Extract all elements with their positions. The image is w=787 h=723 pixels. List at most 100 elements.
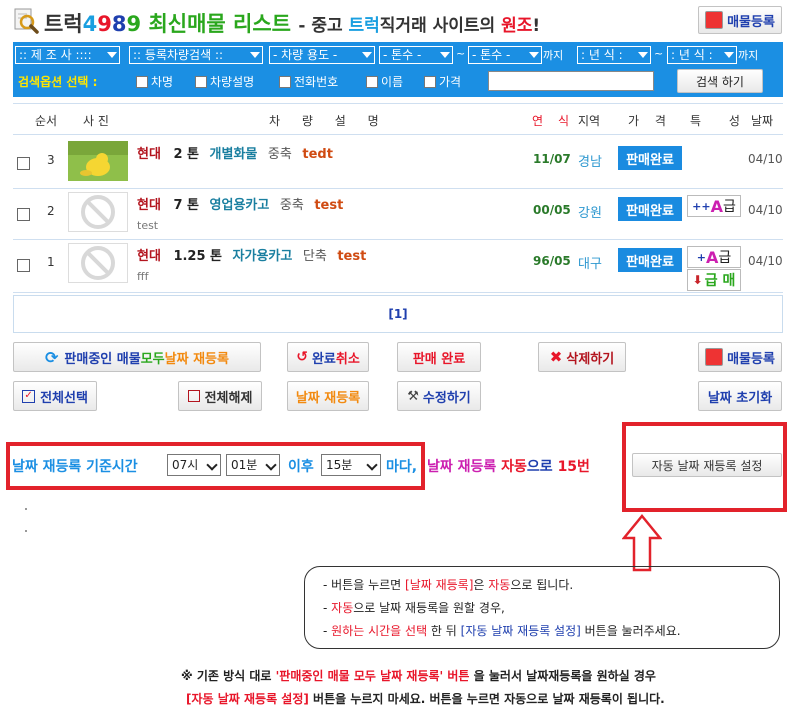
auto-redate-setting-button[interactable]: 자동 날짜 재등록 설정: [632, 453, 782, 477]
option-price-checkbox[interactable]: 가격: [424, 73, 461, 90]
row-number: 3: [47, 153, 55, 167]
chevron-down-icon: [529, 52, 539, 58]
checkbox-box[interactable]: [366, 75, 378, 88]
redate-button[interactable]: 날짜 재등록: [287, 381, 369, 411]
vehicle-summary[interactable]: 현대 7 톤 영업용카고 중축 test: [137, 194, 343, 213]
vehicle-photo-placeholder[interactable]: [68, 192, 128, 232]
ton-to-select[interactable]: - 톤수 -: [468, 46, 542, 64]
usage-select[interactable]: - 차량 용도 -: [269, 46, 375, 64]
ton-from-select[interactable]: - 톤수 -: [379, 46, 453, 64]
title-listing: 최신매물 리스트: [141, 12, 292, 36]
page-title: 트럭4989 최신매물 리스트 - 중고 트럭직거래 사이트의 원조!: [44, 8, 540, 38]
cancel-complete-button[interactable]: ↺ 완료 취소: [287, 342, 369, 372]
vehicle-title: test: [314, 198, 344, 213]
delete-label: 삭제하기: [566, 351, 615, 367]
register-listing-top-button[interactable]: 매물등록: [698, 6, 782, 34]
vehicle-summary[interactable]: 현대 1.25 톤 자가용카고 단축 test: [137, 245, 366, 264]
sold-status-badge: 판매완료: [618, 197, 682, 221]
interval-select[interactable]: 15분: [321, 454, 381, 476]
option-phone-checkbox[interactable]: 전화번호: [279, 73, 338, 90]
maker-select[interactable]: :: 제 조 사 ::::: [15, 46, 120, 64]
option-car-desc-checkbox[interactable]: 차량설명: [195, 73, 254, 90]
title-digit-8: 8: [111, 12, 127, 36]
maker-select-value: :: 제 조 사 ::::: [19, 48, 92, 62]
register-listing-button[interactable]: 매물등록: [698, 342, 782, 372]
vehicle-photo[interactable]: [68, 141, 128, 181]
chevron-down-icon: [107, 52, 117, 58]
year-from-select[interactable]: : 년 식 :: [577, 46, 651, 64]
vehicle-ton: 1.25 톤: [173, 249, 223, 264]
checkbox-box[interactable]: [279, 75, 291, 88]
option-label: 차량설명: [210, 75, 255, 89]
schedule-result-2: 자동: [501, 459, 527, 475]
vehicle-year: 96/05: [533, 254, 571, 268]
register-icon: [705, 348, 724, 366]
title-digit-9b: 9: [126, 12, 142, 36]
title-digit-4: 4: [82, 12, 98, 36]
reg-type-select[interactable]: :: 등록차량검색 ::: [129, 46, 263, 64]
header-photo: 사 진: [83, 114, 109, 128]
checkbox-box[interactable]: [136, 75, 148, 88]
row-number: 1: [47, 255, 55, 269]
chevron-down-icon: [265, 459, 277, 471]
minute-select-value: 01분: [231, 458, 258, 472]
up-arrow-icon: [621, 514, 663, 572]
note-text: 을 눌러서 날짜재등록을 원하실 경우: [473, 669, 656, 683]
header-description: 차 량 설 명: [269, 114, 379, 128]
vehicle-summary[interactable]: 현대 2 톤 개별화물 중축 tedt: [137, 143, 333, 162]
checkbox-checked-icon: ✓: [22, 389, 36, 403]
row-checkbox[interactable]: [17, 208, 30, 221]
chevron-down-icon: [366, 459, 378, 471]
year-to-value: : 년 식 :: [671, 48, 713, 62]
info-line-1: - 버튼을 누르면 [날짜 재등록]은 자동으로 됩니다.: [323, 576, 573, 593]
edit-label: 수정하기: [422, 390, 471, 406]
info-text: 으로 됩니다.: [510, 578, 574, 592]
title-digit-9a: 9: [97, 12, 112, 36]
register-icon: [705, 11, 724, 29]
checkbox-empty-icon: [187, 390, 200, 402]
row-checkbox[interactable]: [17, 157, 30, 170]
option-label: 가격: [439, 75, 462, 89]
mark-sold-button[interactable]: 판매 완료: [397, 342, 481, 372]
schedule-result-3: 으로: [526, 459, 558, 475]
year-to-select[interactable]: : 년 식 :: [667, 46, 737, 64]
info-text: 버튼을 눌러주세요.: [580, 624, 681, 638]
reset-date-button[interactable]: 날짜 초기화: [698, 381, 782, 411]
checkbox-box[interactable]: [424, 75, 436, 88]
vehicle-year: 00/05: [533, 203, 571, 217]
row-checkbox[interactable]: [17, 259, 30, 272]
note-text: [자동 날짜 재등록 설정]: [186, 692, 309, 706]
urgent-sale-badge: ⬇ 급 매: [687, 269, 741, 291]
hour-select[interactable]: 07시: [167, 454, 221, 476]
vehicle-ton: 7 톤: [173, 198, 199, 213]
chevron-down-icon: [638, 52, 648, 58]
vehicle-photo-placeholder[interactable]: [68, 243, 128, 283]
page-link[interactable]: [1]: [388, 307, 407, 321]
info-text: 은: [473, 578, 489, 592]
vehicle-title: test: [337, 249, 367, 264]
table-row: 2 현대 7 톤 영업용카고 중축 test test 00/05 강원 판매완…: [13, 189, 783, 240]
badge-urgent: 급: [718, 250, 732, 266]
search-button[interactable]: 검색 하기: [677, 69, 763, 93]
info-text: 자동: [331, 601, 354, 615]
option-label: 전화번호: [294, 75, 339, 89]
ton-to-value: - 톤수 -: [472, 48, 511, 62]
ton-suffix: 까지: [543, 49, 564, 62]
urgent-sale-label: 급 매: [704, 273, 736, 289]
delete-button[interactable]: ✖ 삭제하기: [538, 342, 626, 372]
checkbox-box[interactable]: [195, 75, 207, 88]
info-text: 자동: [488, 578, 511, 592]
schedule-label: 날짜 재등록 기준시간: [12, 459, 138, 475]
option-car-name-checkbox[interactable]: 차명: [136, 73, 173, 90]
option-name-checkbox[interactable]: 이름: [366, 73, 403, 90]
select-all-button[interactable]: ✓ 전체선택: [13, 381, 97, 411]
edit-button[interactable]: ⚒ 수정하기: [397, 381, 481, 411]
redate-all-on-sale-button[interactable]: ⟳ 판매중인 매물 모두 날짜 재등록: [13, 342, 261, 372]
deselect-all-button[interactable]: 전체해제: [178, 381, 262, 411]
search-input[interactable]: [488, 71, 654, 91]
minute-select[interactable]: 01분: [226, 454, 280, 476]
row-number: 2: [47, 204, 55, 218]
info-text: 한 뒤: [427, 624, 461, 638]
close-icon: ✖: [549, 348, 563, 366]
vehicle-brand: 현대: [137, 249, 161, 264]
